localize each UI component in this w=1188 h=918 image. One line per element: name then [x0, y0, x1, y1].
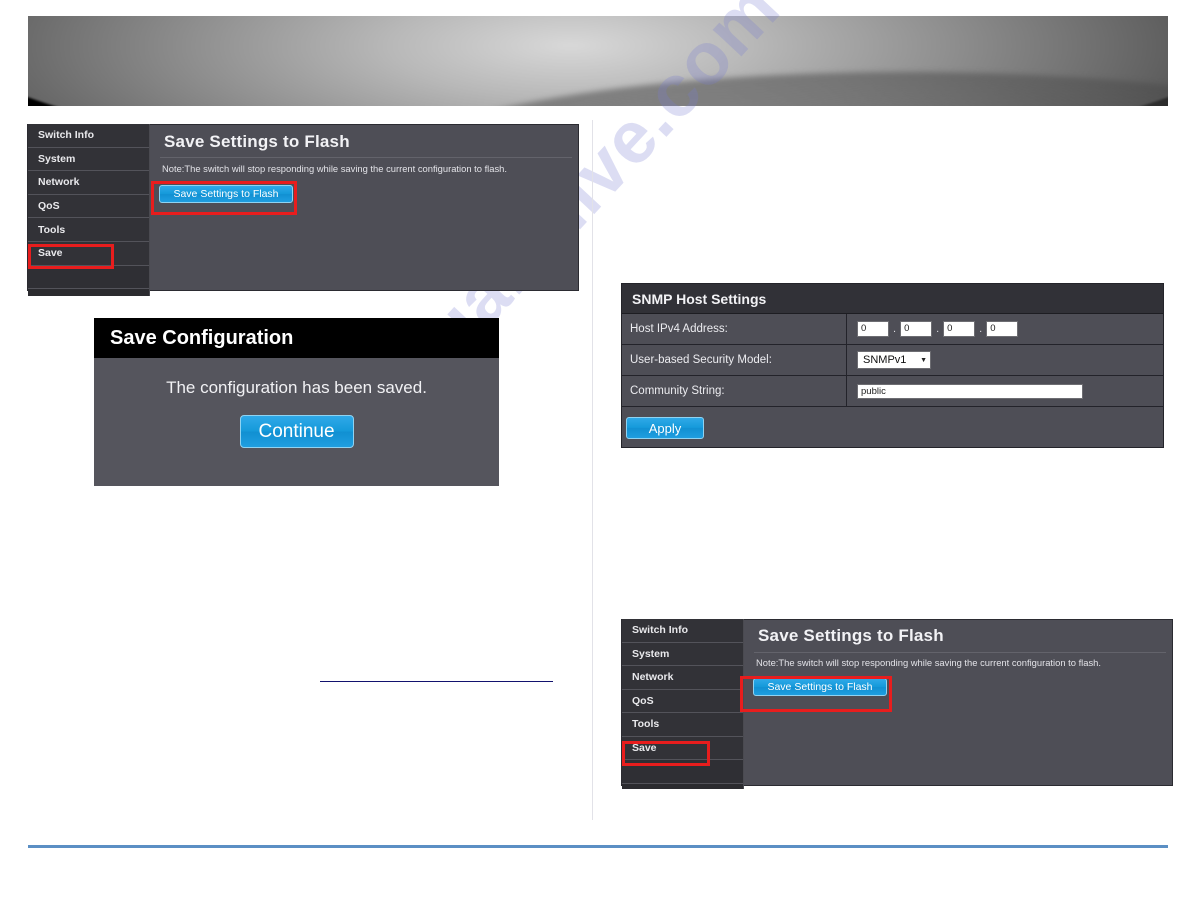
- sidebar-item-qos[interactable]: QoS: [622, 689, 743, 713]
- snmp-panel-header: SNMP Host Settings: [622, 284, 1163, 314]
- sidebar-item-network[interactable]: Network: [622, 666, 743, 690]
- dialog-title: Save Configuration: [110, 326, 294, 349]
- sidebar-item-label: Tools: [632, 718, 660, 731]
- save-flash-panel-top: Switch Info System Network QoS Tools Sav…: [28, 124, 578, 296]
- switch-nav-sidebar-top: Switch Info System Network QoS Tools Sav…: [28, 124, 150, 296]
- sidebar-item-tools[interactable]: Tools: [622, 713, 743, 737]
- sidebar-item-label: QoS: [632, 694, 654, 707]
- sidebar-item-qos[interactable]: QoS: [28, 194, 149, 219]
- sidebar-filler: [622, 760, 743, 784]
- sidebar-item-label: Switch Info: [38, 129, 94, 142]
- ipv4-separator: .: [936, 323, 940, 335]
- chevron-down-icon: ▼: [920, 356, 927, 364]
- host-ipv4-input-group: 0 . 0 . 0 . 0: [847, 314, 1163, 344]
- sidebar-item-network[interactable]: Network: [28, 171, 149, 195]
- row-user-based-security-model: User-based Security Model: SNMPv1 ▼: [622, 345, 1163, 376]
- save-configuration-dialog: Save Configuration The configuration has…: [94, 318, 499, 486]
- page-title: Save Settings to Flash: [758, 626, 944, 645]
- community-string-input[interactable]: public: [857, 383, 1083, 399]
- ipv4-separator: .: [893, 323, 897, 335]
- save-flash-note: Note:The switch will stop responding whi…: [162, 163, 507, 174]
- sidebar-item-tools[interactable]: Tools: [28, 218, 149, 242]
- column-divider: [592, 120, 593, 820]
- sidebar-item-system[interactable]: System: [28, 147, 149, 172]
- snmp-panel-title: SNMP Host Settings: [632, 290, 767, 307]
- sidebar-item-label: System: [38, 152, 76, 165]
- apply-button[interactable]: Apply: [626, 417, 704, 439]
- sidebar-item-label: Switch Info: [632, 624, 688, 637]
- snmp-panel-footer: Apply: [622, 407, 1163, 570]
- label-host-ipv4-address: Host IPv4 Address:: [622, 314, 847, 344]
- product-banner: [28, 16, 1168, 106]
- sidebar-item-label: Save: [632, 741, 657, 754]
- sidebar-item-save[interactable]: Save: [28, 241, 149, 266]
- ipv4-octet-4-input[interactable]: 0: [986, 321, 1019, 337]
- sidebar-item-save[interactable]: Save: [622, 736, 743, 760]
- sidebar-item-switch-info[interactable]: Switch Info: [28, 124, 149, 148]
- continue-button[interactable]: Continue: [239, 415, 354, 448]
- sidebar-item-label: QoS: [38, 200, 60, 213]
- sidebar-item-label: Network: [632, 671, 674, 684]
- security-model-select[interactable]: SNMPv1 ▼: [857, 351, 931, 369]
- dialog-message: The configuration has been saved.: [166, 378, 427, 397]
- footer-blue-rule: [28, 845, 1168, 848]
- sidebar-item-label: Save: [38, 247, 63, 260]
- label-community-string: Community String:: [622, 376, 847, 406]
- navy-horizontal-rule: [320, 681, 553, 682]
- save-flash-content-bottom: Save Settings to Flash Note:The switch w…: [744, 620, 1172, 785]
- ipv4-separator: .: [979, 323, 983, 335]
- sidebar-item-label: System: [632, 647, 670, 660]
- label-user-based-security-model: User-based Security Model:: [622, 345, 847, 375]
- security-model-value: SNMPv1: [863, 354, 907, 366]
- title-divider: [160, 157, 572, 158]
- community-string-field: public: [847, 376, 1163, 406]
- save-flash-content-top: Save Settings to Flash Note:The switch w…: [150, 125, 578, 290]
- sidebar-item-system[interactable]: System: [622, 642, 743, 666]
- ipv4-octet-1-input[interactable]: 0: [857, 321, 889, 337]
- snmp-host-settings-panel: SNMP Host Settings Host IPv4 Address: 0 …: [622, 284, 1163, 447]
- save-flash-panel-bottom: Switch Info System Network QoS Tools Sav…: [622, 619, 1172, 789]
- row-host-ipv4-address: Host IPv4 Address: 0 . 0 . 0 . 0: [622, 314, 1163, 345]
- dialog-title-bar: Save Configuration: [94, 318, 499, 358]
- sidebar-item-switch-info[interactable]: Switch Info: [622, 619, 743, 643]
- security-model-field: SNMPv1 ▼: [847, 345, 1163, 375]
- sidebar-filler: [28, 265, 149, 290]
- save-settings-to-flash-button[interactable]: Save Settings to Flash: [159, 185, 293, 203]
- ipv4-octet-3-input[interactable]: 0: [943, 321, 976, 337]
- title-divider: [754, 652, 1166, 653]
- save-flash-note: Note:The switch will stop responding whi…: [756, 657, 1101, 668]
- switch-nav-sidebar-bottom: Switch Info System Network QoS Tools Sav…: [622, 619, 744, 789]
- ipv4-octet-2-input[interactable]: 0: [900, 321, 933, 337]
- sidebar-item-label: Network: [38, 176, 80, 189]
- row-community-string: Community String: public: [622, 376, 1163, 407]
- save-settings-to-flash-button[interactable]: Save Settings to Flash: [753, 678, 887, 696]
- page-title: Save Settings to Flash: [164, 132, 350, 151]
- sidebar-item-label: Tools: [38, 223, 66, 236]
